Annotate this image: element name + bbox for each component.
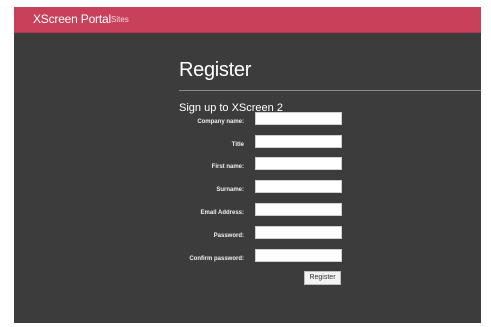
top-navbar: XScreen Portal Sites: [14, 7, 481, 33]
brand-link[interactable]: XScreen Portal: [33, 12, 111, 27]
company-name-label: Company name:: [197, 119, 244, 125]
first-name-label: First name:: [211, 164, 244, 170]
company-name-input[interactable]: [255, 112, 342, 125]
confirm-password-input[interactable]: [255, 249, 342, 262]
title-label: Title: [231, 142, 244, 148]
title-divider: [179, 90, 481, 91]
password-label: Password:: [213, 233, 244, 239]
page-title: Register: [179, 59, 252, 81]
first-name-input[interactable]: [255, 157, 342, 170]
surname-input[interactable]: [255, 180, 342, 193]
password-input[interactable]: [255, 226, 342, 239]
confirm-password-label: Confirm password:: [189, 256, 244, 262]
app-window: XScreen Portal Sites Register Sign up to…: [14, 7, 481, 323]
surname-label: Surname:: [216, 187, 244, 193]
email-address-input[interactable]: [255, 203, 342, 216]
email-address-label: Email Address:: [200, 210, 244, 216]
nav-link-sites[interactable]: Sites: [111, 15, 129, 25]
register-button[interactable]: Register: [304, 271, 341, 285]
title-input[interactable]: [255, 135, 342, 148]
